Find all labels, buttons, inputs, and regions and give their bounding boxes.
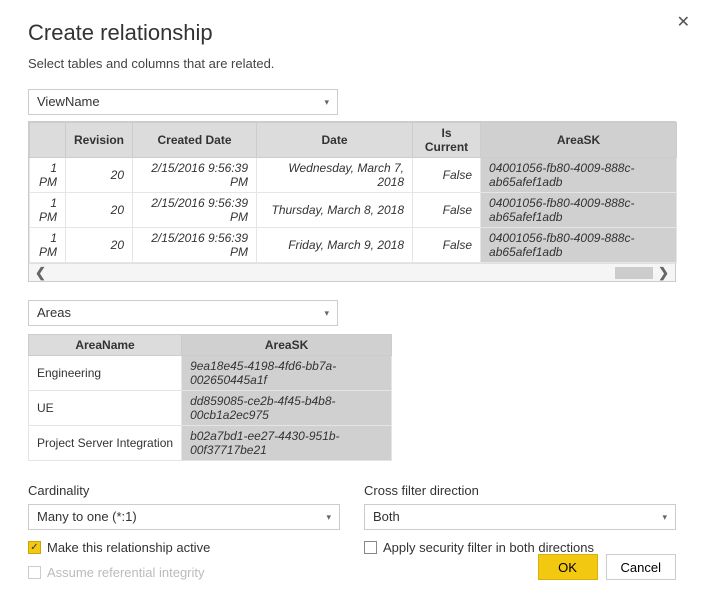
table-row[interactable]: 1 PM 20 2/15/2016 9:56:39 PM Friday, Mar…: [30, 228, 677, 263]
checkbox-active-label: Make this relationship active: [47, 540, 210, 555]
col-areask[interactable]: AreaSK: [481, 123, 677, 158]
table2-dropdown[interactable]: Areas ▾: [28, 300, 338, 326]
col-is-current[interactable]: Is Current: [413, 123, 481, 158]
crossfilter-label: Cross filter direction: [364, 483, 676, 498]
table-row[interactable]: UE dd859085-ce2b-4f45-b4b8-00cb1a2ec975: [29, 391, 392, 426]
cardinality-dropdown[interactable]: Many to one (*:1) ▾: [28, 504, 340, 530]
checkbox-integrity-label: Assume referential integrity: [47, 565, 205, 580]
cardinality-value: Many to one (*:1): [37, 505, 137, 529]
col-date[interactable]: Date: [257, 123, 413, 158]
scroll-left-icon[interactable]: ❮: [35, 265, 46, 281]
checkbox-security-label: Apply security filter in both directions: [383, 540, 594, 555]
col-revision[interactable]: Revision: [66, 123, 133, 158]
table1-dropdown[interactable]: ViewName ▾: [28, 89, 338, 115]
checkbox-security[interactable]: [364, 541, 377, 554]
chevron-down-icon: ▾: [662, 505, 667, 529]
table1-dropdown-value: ViewName: [37, 90, 100, 114]
col-areask2[interactable]: AreaSK: [182, 335, 392, 356]
table-row[interactable]: Project Server Integration b02a7bd1-ee27…: [29, 426, 392, 461]
chevron-down-icon: ▾: [326, 505, 331, 529]
col-blank[interactable]: [30, 123, 66, 158]
chevron-down-icon: ▾: [324, 301, 329, 325]
table1-header-row: Revision Created Date Date Is Current Ar…: [30, 123, 677, 158]
scroll-thumb[interactable]: [615, 267, 653, 279]
horizontal-scrollbar[interactable]: ❮ ❯: [29, 263, 675, 281]
table1-grid[interactable]: Revision Created Date Date Is Current Ar…: [28, 121, 676, 282]
table-row[interactable]: 1 PM 20 2/15/2016 9:56:39 PM Wednesday, …: [30, 158, 677, 193]
table2-grid[interactable]: AreaName AreaSK Engineering 9ea18e45-419…: [28, 334, 392, 461]
chevron-down-icon: ▾: [324, 90, 329, 114]
close-icon[interactable]: ✕: [677, 12, 690, 32]
crossfilter-dropdown[interactable]: Both ▾: [364, 504, 676, 530]
scroll-right-icon[interactable]: ❯: [658, 265, 669, 281]
dialog-title: Create relationship: [28, 20, 676, 46]
table2-header-row: AreaName AreaSK: [29, 335, 392, 356]
crossfilter-value: Both: [373, 505, 400, 529]
dialog-subtitle: Select tables and columns that are relat…: [28, 56, 676, 71]
cardinality-label: Cardinality: [28, 483, 340, 498]
cancel-button[interactable]: Cancel: [606, 554, 676, 580]
table-row[interactable]: 1 PM 20 2/15/2016 9:56:39 PM Thursday, M…: [30, 193, 677, 228]
ok-button[interactable]: OK: [538, 554, 598, 580]
col-areaname[interactable]: AreaName: [29, 335, 182, 356]
checkbox-active[interactable]: ✓: [28, 541, 41, 554]
col-created-date[interactable]: Created Date: [133, 123, 257, 158]
checkbox-integrity: [28, 566, 41, 579]
table-row[interactable]: Engineering 9ea18e45-4198-4fd6-bb7a-0026…: [29, 356, 392, 391]
table2-dropdown-value: Areas: [37, 301, 71, 325]
